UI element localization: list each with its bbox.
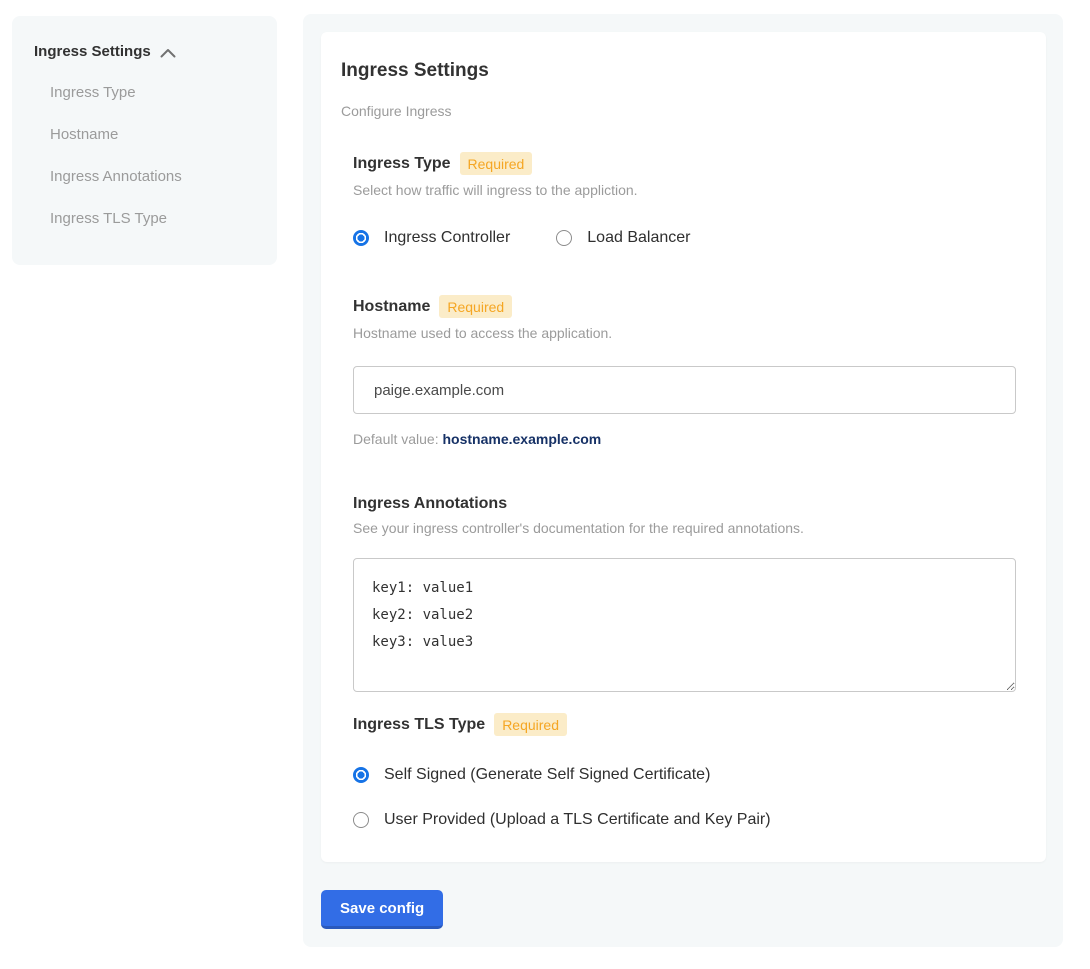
field-help-text: See your ingress controller's documentat…: [353, 520, 1016, 537]
field-label-hostname: Hostname: [353, 297, 430, 316]
config-item-hostname: Hostname Required Hostname used to acces…: [353, 295, 1016, 448]
config-group-description: Configure Ingress: [341, 103, 1016, 119]
sidebar-group-title: Ingress Settings: [34, 43, 151, 60]
field-label-row: Hostname Required: [353, 295, 1016, 318]
sidebar-item-ingress-tls-type[interactable]: Ingress TLS Type: [50, 210, 253, 228]
field-label-ingress-tls-type: Ingress TLS Type: [353, 715, 485, 734]
field-help-text: Select how traffic will ingress to the a…: [353, 182, 1016, 199]
radio-option-label: Load Balancer: [587, 228, 690, 247]
sidebar-item-ingress-annotations[interactable]: Ingress Annotations: [50, 168, 253, 186]
config-group-title: Ingress Settings: [341, 60, 1016, 82]
required-badge: Required: [494, 713, 567, 736]
hostname-input[interactable]: [353, 366, 1016, 414]
radio-option-load-balancer[interactable]: Load Balancer: [556, 228, 690, 247]
default-value-prefix: Default value:: [353, 431, 443, 447]
ingress-annotations-textarea[interactable]: key1: value1 key2: value2 key3: value3: [353, 558, 1016, 692]
radio-option-user-provided[interactable]: User Provided (Upload a TLS Certificate …: [353, 810, 1016, 829]
radio-button-icon[interactable]: [353, 767, 369, 783]
ingress-type-radio-group: Ingress Controller Load Balancer: [353, 228, 1016, 247]
radio-button-icon[interactable]: [556, 230, 572, 246]
radio-option-label: User Provided (Upload a TLS Certificate …: [384, 810, 771, 829]
config-group-card: Ingress Settings Configure Ingress Ingre…: [321, 32, 1046, 862]
radio-option-self-signed[interactable]: Self Signed (Generate Self Signed Certif…: [353, 765, 1016, 784]
default-value-line: Default value: hostname.example.com: [353, 431, 1016, 448]
radio-button-icon[interactable]: [353, 812, 369, 828]
required-badge: Required: [460, 152, 533, 175]
radio-option-label: Ingress Controller: [384, 228, 510, 247]
radio-option-ingress-controller[interactable]: Ingress Controller: [353, 228, 510, 247]
sidebar-item-hostname[interactable]: Hostname: [50, 126, 253, 144]
sidebar-group-ingress-settings[interactable]: Ingress Settings: [34, 43, 253, 60]
radio-button-icon[interactable]: [353, 230, 369, 246]
config-item-ingress-tls-type: Ingress TLS Type Required Self Signed (G…: [353, 713, 1016, 829]
field-label-ingress-type: Ingress Type: [353, 154, 451, 173]
config-item-ingress-annotations: Ingress Annotations See your ingress con…: [353, 494, 1016, 692]
sidebar-item-ingress-type[interactable]: Ingress Type: [50, 84, 253, 102]
field-label-row: Ingress Type Required: [353, 152, 1016, 175]
field-help-text: Hostname used to access the application.: [353, 325, 1016, 342]
field-label-ingress-annotations: Ingress Annotations: [353, 494, 507, 513]
field-label-row: Ingress Annotations: [353, 494, 1016, 513]
default-value-text: hostname.example.com: [443, 431, 602, 447]
sidebar-item-list: Ingress Type Hostname Ingress Annotation…: [34, 84, 253, 228]
field-label-row: Ingress TLS Type Required: [353, 713, 1016, 736]
config-panel: Ingress Settings Configure Ingress Ingre…: [303, 14, 1063, 947]
config-item-ingress-type: Ingress Type Required Select how traffic…: [353, 152, 1016, 247]
config-nav-sidebar: Ingress Settings Ingress Type Hostname I…: [12, 16, 277, 265]
save-config-button[interactable]: Save config: [321, 890, 443, 929]
ingress-tls-type-radio-group: Self Signed (Generate Self Signed Certif…: [353, 765, 1016, 829]
chevron-up-icon: [160, 48, 176, 58]
required-badge: Required: [439, 295, 512, 318]
radio-option-label: Self Signed (Generate Self Signed Certif…: [384, 765, 710, 784]
